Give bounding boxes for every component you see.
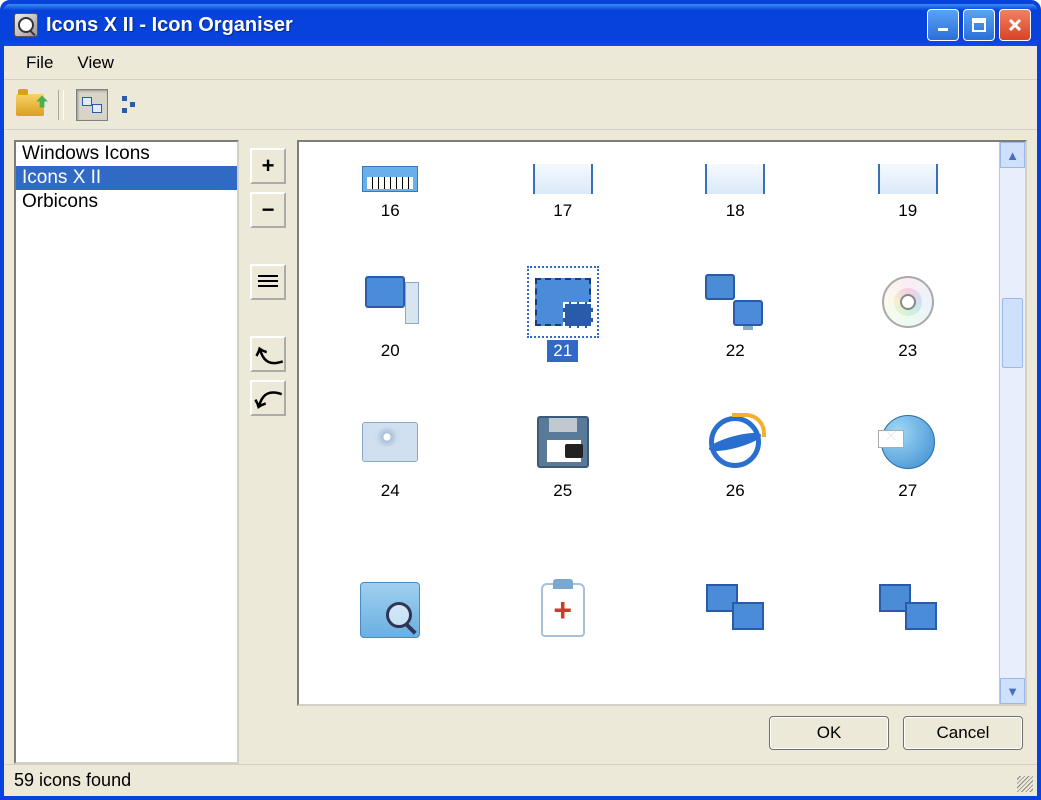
- icon-grid-container: 16 17 18 19 20 21 22 23 24 25 26 27 ▲ ▼: [297, 140, 1027, 706]
- list-item[interactable]: Windows Icons: [16, 142, 237, 166]
- scroll-up-button[interactable]: ▲: [1000, 142, 1025, 168]
- icon-cell[interactable]: 26: [654, 372, 817, 502]
- minimize-button[interactable]: [927, 9, 959, 41]
- icon-label: 24: [375, 480, 406, 502]
- icon-label: 26: [720, 480, 751, 502]
- disc-icon: [876, 270, 940, 334]
- icon-cell[interactable]: 23: [827, 232, 990, 362]
- maximize-button[interactable]: [963, 9, 995, 41]
- list-item[interactable]: Icons X II: [16, 166, 237, 190]
- toolbar-separator: [58, 90, 64, 120]
- menubar: File View: [4, 46, 1037, 80]
- icon-label: 21: [547, 340, 578, 362]
- icon-grid[interactable]: 16 17 18 19 20 21 22 23 24 25 26 27: [299, 142, 999, 704]
- drive-icon: [358, 410, 422, 474]
- list-icon: [258, 275, 278, 289]
- scroll-track[interactable]: [1000, 168, 1025, 678]
- monitor-icon: [531, 164, 595, 194]
- remove-button[interactable]: [250, 192, 286, 228]
- network-icon: [703, 270, 767, 334]
- app-window: Icons X II - Icon Organiser File View Wi…: [0, 0, 1041, 800]
- close-button[interactable]: [999, 9, 1031, 41]
- floppy-icon: [531, 410, 595, 474]
- tree-view-button[interactable]: [116, 89, 148, 121]
- status-text: 59 icons found: [14, 770, 131, 791]
- icon-label: 27: [892, 480, 923, 502]
- cancel-button[interactable]: Cancel: [903, 716, 1023, 750]
- icon-cell[interactable]: [654, 512, 817, 642]
- icon-cell[interactable]: [827, 512, 990, 642]
- add-button[interactable]: [250, 148, 286, 184]
- large-icons-view-button[interactable]: [76, 89, 108, 121]
- icon-cell[interactable]: [482, 512, 645, 642]
- open-folder-button[interactable]: [14, 89, 46, 121]
- menu-file[interactable]: File: [14, 49, 65, 77]
- piano-icon: [358, 164, 422, 194]
- move-down-button[interactable]: [250, 380, 286, 416]
- large-icons-icon: [82, 97, 102, 113]
- ok-button[interactable]: OK: [769, 716, 889, 750]
- screens-icon: [703, 578, 767, 642]
- list-item[interactable]: Orbicons: [16, 190, 237, 214]
- icon-cell[interactable]: 17: [482, 142, 645, 222]
- icon-label: 20: [375, 340, 406, 362]
- move-up-button[interactable]: [250, 336, 286, 372]
- icon-cell[interactable]: 20: [309, 232, 472, 362]
- vertical-scrollbar[interactable]: ▲ ▼: [999, 142, 1025, 704]
- window-title: Icons X II - Icon Organiser: [46, 14, 927, 37]
- icon-label: 25: [547, 480, 578, 502]
- icon-label: 17: [547, 200, 578, 222]
- icon-cell[interactable]: 27: [827, 372, 990, 502]
- icon-label: 22: [720, 340, 751, 362]
- icon-cell[interactable]: 25: [482, 372, 645, 502]
- icon-cell[interactable]: 16: [309, 142, 472, 222]
- magnify-icon: [358, 578, 422, 642]
- icon-label: 18: [720, 200, 751, 222]
- globe-mail-icon: [876, 410, 940, 474]
- icon-cell[interactable]: 21: [482, 232, 645, 362]
- titlebar[interactable]: Icons X II - Icon Organiser: [4, 4, 1037, 46]
- computer-icon: [358, 270, 422, 334]
- side-button-column: [243, 140, 293, 764]
- menu-view[interactable]: View: [65, 49, 126, 77]
- icon-cell[interactable]: 19: [827, 142, 990, 222]
- icon-label: 16: [375, 200, 406, 222]
- ie-icon: [703, 410, 767, 474]
- scroll-thumb[interactable]: [1002, 298, 1023, 368]
- tree-icon: [122, 96, 142, 114]
- folder-open-icon: [16, 94, 44, 116]
- icon-label: 19: [892, 200, 923, 222]
- icon-label: 23: [892, 340, 923, 362]
- monitor-icon: [876, 164, 940, 194]
- screens-icon: [876, 578, 940, 642]
- network-selected-icon: [531, 270, 595, 334]
- med-icon: [531, 578, 595, 642]
- content-area: Windows Icons Icons X II Orbicons 16 17 18…: [4, 130, 1037, 764]
- statusbar: 59 icons found: [4, 764, 1037, 796]
- dialog-buttons: OK Cancel: [297, 716, 1027, 764]
- monitor-icon: [703, 164, 767, 194]
- collection-list[interactable]: Windows Icons Icons X II Orbicons: [14, 140, 239, 764]
- icon-cell[interactable]: 18: [654, 142, 817, 222]
- properties-button[interactable]: [250, 264, 286, 300]
- toolbar: [4, 80, 1037, 130]
- scroll-down-button[interactable]: ▼: [1000, 678, 1025, 704]
- icon-cell[interactable]: 24: [309, 372, 472, 502]
- app-icon: [14, 13, 38, 37]
- icon-cell[interactable]: 22: [654, 232, 817, 362]
- icon-cell[interactable]: [309, 512, 472, 642]
- main-pane: 16 17 18 19 20 21 22 23 24 25 26 27 ▲ ▼ OK Cancel: [297, 140, 1027, 764]
- resize-grip[interactable]: [1017, 776, 1033, 792]
